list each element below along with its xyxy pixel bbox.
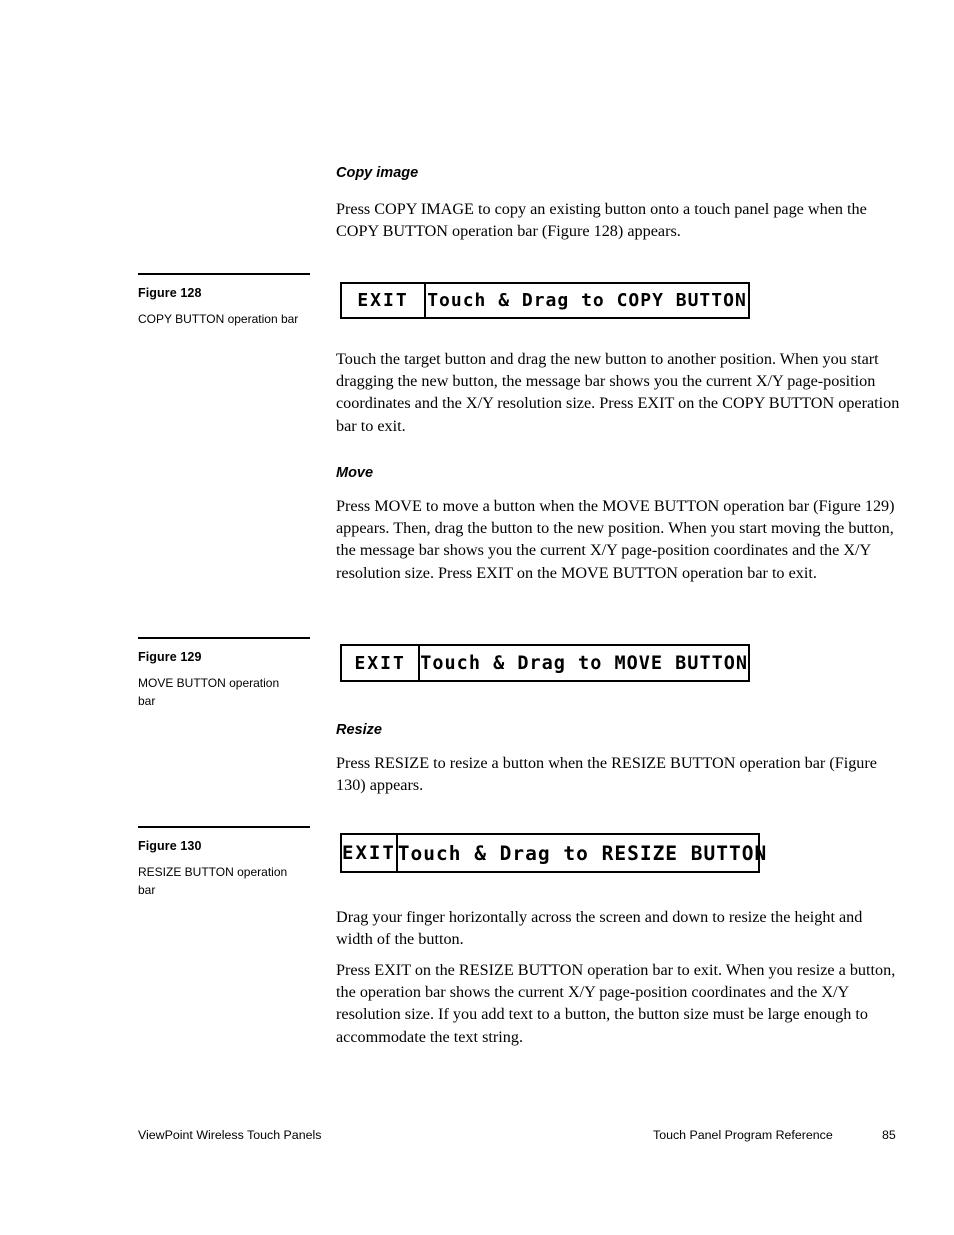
resize-button-operation-bar[interactable]: EXIT Touch & Drag to RESIZE BUTTON (340, 833, 766, 873)
operation-bar-message: Touch & Drag to MOVE BUTTON (420, 652, 748, 674)
paragraph-copy-image-details: Touch the target button and drag the new… (336, 348, 902, 437)
figure-129-caption-block: Figure 129 MOVE BUTTON operation bar (138, 637, 313, 710)
figure-rule (138, 826, 310, 828)
body-paragraph: Press RESIZE to resize a button when the… (336, 754, 877, 795)
body-paragraph: Press EXIT on the RESIZE BUTTON operatio… (336, 961, 896, 1046)
section-copy-image: Copy image (336, 164, 902, 182)
paragraph-move: Press MOVE to move a button when the MOV… (336, 495, 902, 584)
page-footer: ViewPoint Wireless Touch Panels Touch Pa… (138, 1128, 954, 1148)
exit-button[interactable]: EXIT (342, 835, 398, 871)
figure-rule (138, 637, 310, 639)
operation-bar-message: Touch & Drag to RESIZE BUTTON (397, 841, 768, 865)
paragraph-resize-drag: Drag your finger horizontally across the… (336, 906, 902, 950)
figure-128-number: Figure 128 (138, 286, 202, 300)
figure-130-caption-block: Figure 130 RESIZE BUTTON operation bar (138, 826, 313, 899)
document-page: Copy image Press COPY IMAGE to copy an e… (0, 0, 954, 1235)
paragraph-resize: Press RESIZE to resize a button when the… (336, 752, 902, 796)
body-paragraph: Touch the target button and drag the new… (336, 350, 900, 435)
section-move: Move (336, 464, 902, 482)
body-paragraph: Press COPY IMAGE to copy an existing but… (336, 200, 867, 241)
paragraph-copy-image-intro: Press COPY IMAGE to copy an existing but… (336, 198, 902, 242)
figure-128-caption: COPY BUTTON operation bar (138, 312, 299, 326)
footer-right-text: Touch Panel Program Reference (653, 1128, 833, 1142)
section-heading-move: Move (336, 465, 374, 481)
figure-130-number: Figure 130 (138, 839, 202, 853)
body-paragraph: Press MOVE to move a button when the MOV… (336, 497, 895, 582)
section-heading-copy-image: Copy image (336, 165, 419, 181)
figure-128-caption-block: Figure 128 COPY BUTTON operation bar (138, 273, 313, 329)
move-button-operation-bar[interactable]: EXIT Touch & Drag to MOVE BUTTON (340, 644, 750, 682)
footer-left-text: ViewPoint Wireless Touch Panels (138, 1128, 322, 1142)
figure-129-caption: MOVE BUTTON operation bar (138, 676, 280, 708)
paragraph-resize-exit: Press EXIT on the RESIZE BUTTON operatio… (336, 959, 902, 1048)
section-resize: Resize (336, 721, 902, 739)
footer-page-number: 85 (882, 1128, 896, 1142)
figure-129-number: Figure 129 (138, 650, 202, 664)
figure-rule (138, 273, 310, 275)
exit-button[interactable]: EXIT (342, 284, 426, 317)
section-heading-resize: Resize (336, 722, 382, 738)
operation-bar-message: Touch & Drag to COPY BUTTON (427, 290, 747, 311)
exit-button[interactable]: EXIT (342, 646, 421, 680)
copy-button-operation-bar[interactable]: EXIT Touch & Drag to COPY BUTTON (340, 282, 750, 319)
body-paragraph: Drag your finger horizontally across the… (336, 908, 863, 949)
figure-130-caption: RESIZE BUTTON operation bar (138, 865, 288, 897)
